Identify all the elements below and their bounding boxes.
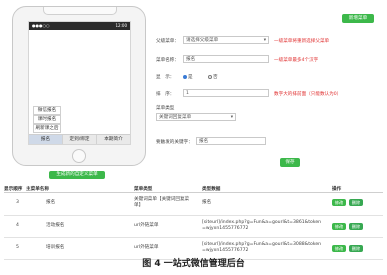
home-button-icon (72, 149, 86, 163)
row-name: 活动报名 (46, 223, 65, 228)
menu-name-input[interactable]: 报名 (183, 55, 269, 63)
signal-icon: ●●●○○ (32, 23, 50, 28)
order-label: 排 序： (156, 92, 175, 97)
phone-screen: ●●●○○ 12:00 微信报名 课时报名 刷新课之后 报名 定到/绑定 本期简… (28, 21, 131, 145)
parent-menu-label: 父级菜单： (156, 39, 179, 44)
chevron-down-icon: ▾ (230, 115, 233, 120)
delete-button[interactable]: 删除 (349, 199, 363, 206)
menu-tab-bind[interactable]: 定到/绑定 (63, 135, 97, 144)
menu-type-label: 菜单类型 (156, 106, 175, 111)
table-row: 3 报名 关键词菜单【关键词回复菜单】 报名 修改 删除 (4, 194, 383, 216)
header-actions: 操作 (332, 187, 342, 192)
menu-type-select[interactable]: 关键词回复菜单 ▾ (156, 113, 236, 121)
new-menu-button[interactable]: 新增菜单 (342, 14, 374, 23)
generate-menu-button[interactable]: 生成新的自定义菜单 (49, 171, 105, 179)
chevron-down-icon: ▾ (263, 38, 266, 43)
header-type: 菜单类型 (134, 187, 153, 192)
header-order: 显示顺序 (4, 187, 23, 192)
menu-tab-intro[interactable]: 本期简介 (97, 135, 130, 144)
edit-button[interactable]: 修改 (332, 223, 346, 230)
row-name: 培训报名 (46, 245, 65, 250)
row-order: 3 (16, 200, 19, 205)
keyword-input[interactable]: 报名 (196, 137, 266, 145)
delete-button[interactable]: 删除 (349, 245, 363, 252)
order-input[interactable]: 1 (183, 89, 269, 97)
submenu-item[interactable]: 刷新课之后 (33, 124, 61, 133)
menu-tab-signup[interactable]: 报名 (29, 135, 63, 144)
submenu-item[interactable]: 课时报名 (33, 115, 61, 124)
row-data: [siteurl]/index.php?g=Fun&a=gourl&t=3861… (202, 220, 322, 231)
order-hint: 数字大的排前面（只能数认为0） (274, 92, 342, 97)
row-order: 4 (16, 223, 19, 228)
keyword-label: 要触发的关键字： (156, 140, 193, 145)
phone-speaker (43, 7, 117, 15)
row-type: url外链菜单 (134, 223, 159, 228)
row-type: url外链菜单 (134, 245, 159, 250)
radio-checked-icon[interactable] (183, 74, 187, 79)
show-no-option[interactable]: 否 (208, 74, 218, 80)
menu-edit-form: 父级菜单： 请选择父级菜单 ▾ 一级菜单将重新选择父菜单 菜单名称： 报名 一级… (150, 30, 382, 150)
radio-empty-icon[interactable] (208, 74, 212, 79)
row-type: 关键词菜单【关键词回复菜单】 (134, 197, 190, 208)
row-order: 5 (16, 245, 19, 250)
show-label: 显 示： (156, 75, 175, 80)
submenu-item[interactable]: 微信报名 (33, 106, 61, 115)
phone-status-bar: ●●●○○ 12:00 (29, 22, 130, 30)
menu-name-label: 菜单名称： (156, 58, 179, 63)
clock-label: 12:00 (115, 23, 127, 28)
table-row: 4 活动报名 url外链菜单 [siteurl]/index.php?g=Fun… (4, 216, 383, 238)
header-data: 类型数据 (202, 187, 221, 192)
menu-name-hint: 一级菜单最多4个汉字 (274, 58, 319, 63)
row-data: [siteurl]/index.php?g=Fun&a=gourl&t=3088… (202, 242, 322, 253)
parent-menu-select[interactable]: 请选择父级菜单 ▾ (183, 36, 269, 44)
header-name: 主菜单名称 (26, 187, 49, 192)
edit-button[interactable]: 修改 (332, 245, 346, 252)
phone-menu-bar: 报名 定到/绑定 本期简介 (29, 134, 130, 144)
delete-button[interactable]: 删除 (349, 223, 363, 230)
row-name: 报名 (46, 200, 56, 205)
phone-mockup: ●●●○○ 12:00 微信报名 课时报名 刷新课之后 报名 定到/绑定 本期简… (12, 6, 146, 166)
parent-menu-hint: 一级菜单将重新选择父菜单 (274, 39, 330, 44)
edit-button[interactable]: 修改 (332, 199, 346, 206)
figure-caption: 图 4 一站式微信管理后台 (142, 259, 245, 269)
save-button[interactable]: 保存 (280, 158, 300, 167)
show-yes-option[interactable]: 是 (183, 74, 193, 80)
row-data: 报名 (202, 200, 212, 205)
table-header: 显示顺序 主菜单名称 菜单类型 类型数据 操作 (4, 185, 383, 193)
